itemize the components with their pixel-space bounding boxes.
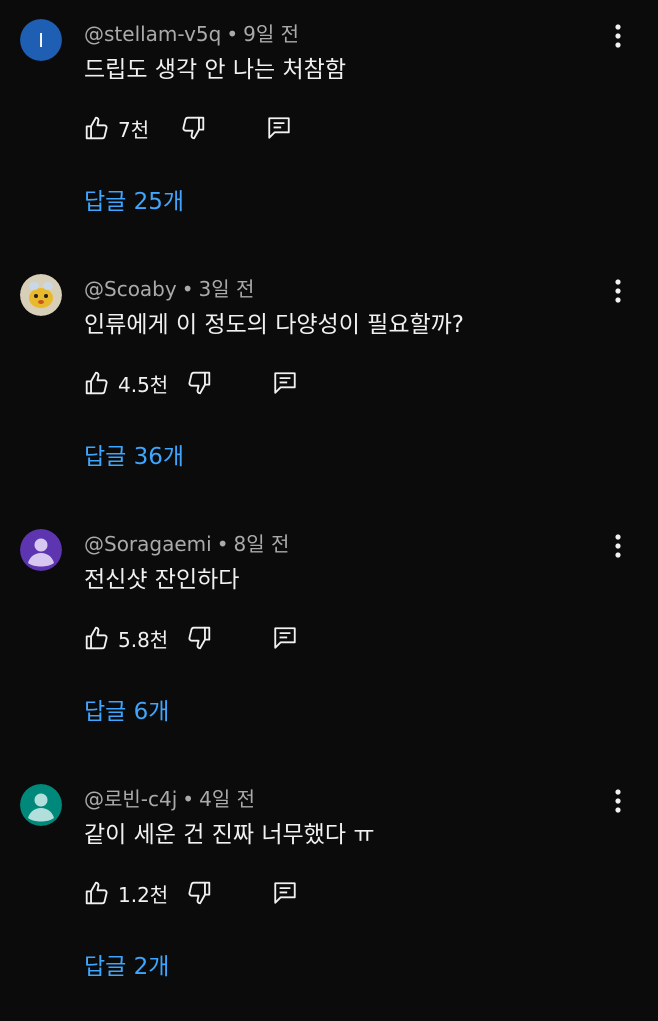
like-button[interactable]: 7천 <box>84 112 149 144</box>
comment-item: I @stellam-v5q•9일 전 드립도 생각 안 나는 처참함 7천 <box>0 0 658 256</box>
thumbs-up-icon <box>85 626 108 650</box>
like-count: 7천 <box>118 117 150 142</box>
kebab-menu-icon <box>615 789 621 813</box>
thumbs-down-icon <box>188 881 211 905</box>
avatar[interactable] <box>20 784 62 826</box>
kebab-menu-icon <box>615 534 621 558</box>
more-options-button[interactable] <box>606 532 630 560</box>
dislike-button[interactable] <box>180 112 210 144</box>
thumbs-up-icon <box>85 881 108 905</box>
comment-meta: @stellam-v5q • 9일 전 <box>84 21 299 47</box>
comment-time: 3일 전 <box>198 277 255 301</box>
comment-time: 8일 전 <box>233 532 290 556</box>
more-options-button[interactable] <box>606 787 630 815</box>
comment-actions: 1.2천 <box>84 877 324 909</box>
comment-text: 전신샷 잔인하다 <box>84 567 240 593</box>
avatar[interactable] <box>20 274 62 316</box>
separator-dot: • <box>181 277 194 301</box>
comment-meta: @로빈-c4j • 4일 전 <box>84 786 255 812</box>
dislike-button[interactable] <box>186 877 216 909</box>
separator-dot: • <box>226 22 239 46</box>
comment-actions: 4.5천 <box>84 367 324 399</box>
comment-item: @Soragaemi • 8일 전 전신샷 잔인하다 5.8천 답글 6개 <box>0 510 658 766</box>
like-button[interactable]: 4.5천 <box>84 367 168 399</box>
comment-actions: 5.8천 <box>84 622 324 654</box>
person-icon <box>20 784 62 826</box>
more-options-button[interactable] <box>606 22 630 50</box>
thumbs-down-icon <box>188 371 211 395</box>
author-handle[interactable]: @Scoaby <box>84 277 177 301</box>
comment-meta: @Scoaby • 3일 전 <box>84 276 254 302</box>
replies-link[interactable]: 답글 6개 <box>84 696 169 728</box>
comment-meta: @Soragaemi • 8일 전 <box>84 531 289 557</box>
letter-avatar-icon: I <box>20 19 62 61</box>
separator-dot: • <box>216 532 229 556</box>
comment-time: 4일 전 <box>199 787 255 811</box>
cartoon-avatar-icon <box>20 274 62 316</box>
reply-button[interactable] <box>272 367 302 399</box>
like-count: 5.8천 <box>118 627 169 652</box>
dislike-button[interactable] <box>186 367 216 399</box>
comment-text: 같이 세운 건 진짜 너무했다 ㅠ <box>84 822 375 848</box>
comment-reply-icon <box>274 627 296 649</box>
like-count: 4.5천 <box>118 372 169 397</box>
reply-button[interactable] <box>272 622 302 654</box>
more-options-button[interactable] <box>606 277 630 305</box>
like-button[interactable]: 1.2천 <box>84 877 168 909</box>
comment-reply-icon <box>274 882 296 904</box>
comment-text: 인류에게 이 정도의 다양성이 필요할까? <box>84 312 465 338</box>
comment-reply-icon <box>274 372 296 394</box>
person-icon <box>20 529 62 571</box>
kebab-menu-icon <box>615 24 621 48</box>
comment-actions: 7천 <box>84 112 324 144</box>
thumbs-down-icon <box>188 626 211 650</box>
reply-button[interactable] <box>272 877 302 909</box>
comment-time: 9일 전 <box>243 22 300 46</box>
comment-text: 드립도 생각 안 나는 처참함 <box>84 57 347 83</box>
dislike-button[interactable] <box>186 622 216 654</box>
avatar[interactable] <box>20 529 62 571</box>
comment-item: @Scoaby • 3일 전 인류에게 이 정도의 다양성이 필요할까? 4.5천 <box>0 255 658 511</box>
avatar[interactable]: I <box>20 19 62 61</box>
replies-link[interactable]: 답글 2개 <box>84 951 169 983</box>
comment-item: @로빈-c4j • 4일 전 같이 세운 건 진짜 너무했다 ㅠ 1.2천 답글… <box>0 765 658 1021</box>
like-button[interactable]: 5.8천 <box>84 622 168 654</box>
thumbs-down-icon <box>182 116 205 140</box>
kebab-menu-icon <box>615 279 621 303</box>
thumbs-up-icon <box>85 116 108 140</box>
like-count: 1.2천 <box>118 882 169 907</box>
separator-dot: • <box>182 787 195 811</box>
author-handle[interactable]: @stellam-v5q <box>84 22 221 46</box>
author-handle[interactable]: @Soragaemi <box>84 532 212 556</box>
author-handle[interactable]: @로빈-c4j <box>84 787 177 811</box>
replies-link[interactable]: 답글 25개 <box>84 186 184 218</box>
avatar-letter: I <box>38 30 44 52</box>
thumbs-up-icon <box>85 371 108 395</box>
comment-reply-icon <box>268 117 290 139</box>
replies-link[interactable]: 답글 36개 <box>84 441 184 473</box>
reply-button[interactable] <box>266 112 296 144</box>
